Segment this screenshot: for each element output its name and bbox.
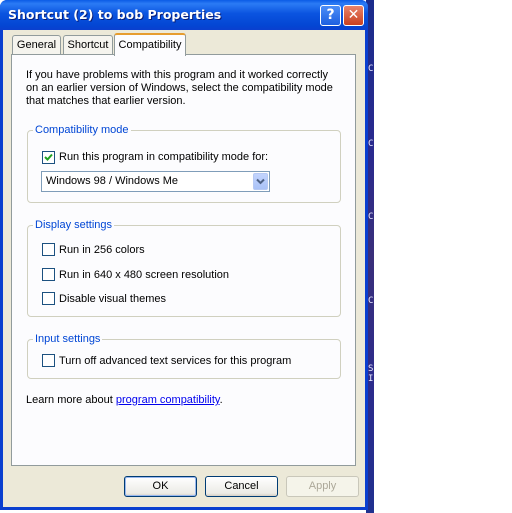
- disable-visual-themes-checkbox[interactable]: [42, 292, 55, 305]
- close-icon: ✕: [347, 7, 360, 23]
- tab-general[interactable]: General: [12, 35, 61, 55]
- tab-compatibility[interactable]: Compatibility: [114, 33, 186, 56]
- intro-text: If you have problems with this program a…: [26, 69, 333, 107]
- compatibility-mode-group: [27, 130, 341, 203]
- compatibility-mode-label: Run this program in compatibility mode f…: [59, 151, 269, 163]
- apply-button[interactable]: Apply: [286, 476, 359, 497]
- tab-label: Shortcut: [67, 39, 109, 51]
- desktop-glyph: C: [368, 296, 374, 306]
- turn-off-text-services-checkbox[interactable]: [42, 354, 55, 367]
- run-640x480-checkbox[interactable]: [42, 268, 55, 281]
- os-version-select[interactable]: Windows 98 / Windows Me: [41, 171, 270, 192]
- desktop-glyph: C: [368, 139, 374, 149]
- compatibility-mode-title: Compatibility mode: [33, 124, 131, 136]
- run-256-colors-checkbox[interactable]: [42, 243, 55, 256]
- disable-visual-themes-label: Disable visual themes: [59, 293, 166, 305]
- learn-more-prefix: Learn more about: [26, 394, 116, 406]
- checkmark-icon: [44, 153, 53, 161]
- dropdown-button[interactable]: [253, 173, 268, 190]
- display-settings-title: Display settings: [33, 219, 115, 231]
- tab-shortcut[interactable]: Shortcut: [63, 35, 113, 55]
- program-compatibility-link[interactable]: program compatibility: [116, 394, 220, 406]
- input-settings-title: Input settings: [33, 333, 103, 345]
- run-640x480-label: Run in 640 x 480 screen resolution: [59, 269, 229, 281]
- tab-label: General: [16, 39, 57, 51]
- chevron-down-icon: [256, 178, 265, 185]
- title-bar[interactable]: Shortcut (2) to bob Properties ? ✕: [0, 0, 368, 30]
- apply-button-label: Apply: [308, 480, 337, 492]
- cancel-button-label: Cancel: [224, 480, 259, 492]
- tab-label: Compatibility: [118, 39, 182, 51]
- ok-button-label: OK: [152, 480, 169, 492]
- learn-more-suffix: .: [219, 394, 223, 406]
- help-button[interactable]: ?: [320, 5, 341, 26]
- cancel-button[interactable]: Cancel: [205, 476, 278, 497]
- window-title: Shortcut (2) to bob Properties: [8, 7, 222, 22]
- help-icon: ?: [326, 7, 335, 23]
- turn-off-text-services-label: Turn off advanced text services for this…: [59, 355, 292, 367]
- learn-more-text: Learn more about program compatibility.: [26, 394, 223, 406]
- properties-window: Shortcut (2) to bob Properties ? ✕ Gener…: [0, 0, 368, 510]
- close-button[interactable]: ✕: [343, 5, 364, 26]
- desktop-glyph: C: [368, 212, 374, 222]
- run-256-colors-label: Run in 256 colors: [59, 244, 145, 256]
- desktop-glyph: I: [368, 374, 374, 384]
- compatibility-mode-checkbox[interactable]: [42, 151, 55, 164]
- os-version-value: Windows 98 / Windows Me: [46, 175, 179, 187]
- desktop-glyph: C: [368, 64, 374, 74]
- ok-button[interactable]: OK: [124, 476, 197, 497]
- desktop-glyph: S: [368, 364, 374, 374]
